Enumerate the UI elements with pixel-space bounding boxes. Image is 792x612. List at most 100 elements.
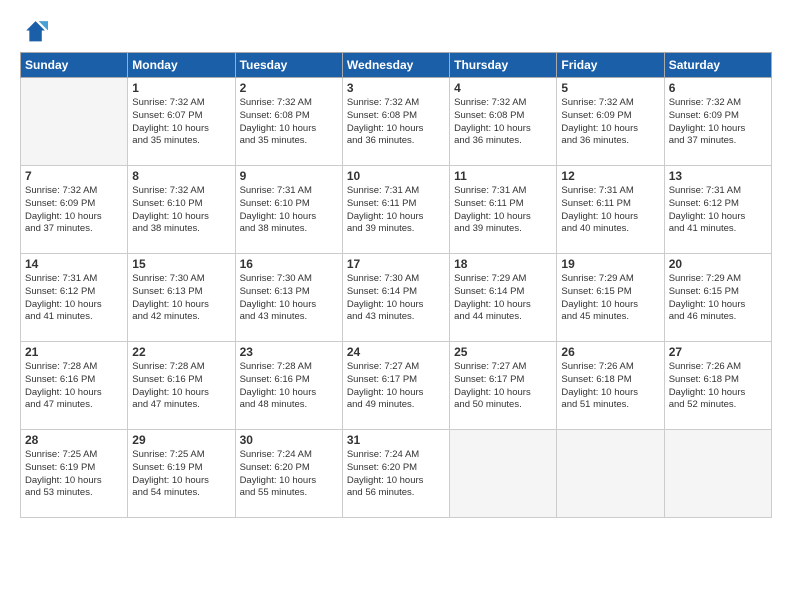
day-info: Sunrise: 7:32 AM Sunset: 6:07 PM Dayligh… bbox=[132, 97, 230, 148]
day-number: 21 bbox=[25, 345, 123, 359]
calendar-cell: 18 Sunrise: 7:29 AM Sunset: 6:14 PM Dayli… bbox=[450, 254, 557, 342]
day-number: 26 bbox=[561, 345, 659, 359]
day-info: Sunrise: 7:32 AM Sunset: 6:09 PM Dayligh… bbox=[561, 97, 659, 148]
calendar-cell: 3 Sunrise: 7:32 AM Sunset: 6:08 PM Daylig… bbox=[342, 78, 449, 166]
calendar-cell: 27Sunrise: 7:26 AM Sunset: 6:18 PM Dayli… bbox=[664, 342, 771, 430]
day-info: Sunrise: 7:32 AM Sunset: 6:08 PM Dayligh… bbox=[454, 97, 552, 148]
day-number: 1 bbox=[132, 81, 230, 95]
day-number: 3 bbox=[347, 81, 445, 95]
day-info: Sunrise: 7:28 AM Sunset: 6:16 PM Dayligh… bbox=[132, 361, 230, 412]
day-info: Sunrise: 7:29 AM Sunset: 6:15 PM Dayligh… bbox=[669, 273, 767, 324]
day-info: Sunrise: 7:30 AM Sunset: 6:13 PM Dayligh… bbox=[132, 273, 230, 324]
calendar-cell: 28 Sunrise: 7:25 AM Sunset: 6:19 PM Dayli… bbox=[21, 430, 128, 518]
day-info: Sunrise: 7:31 AM Sunset: 6:10 PM Dayligh… bbox=[240, 185, 338, 236]
day-number: 7 bbox=[25, 169, 123, 183]
week-row-3: 21 Sunrise: 7:28 AM Sunset: 6:16 PM Dayli… bbox=[21, 342, 772, 430]
day-number: 6 bbox=[669, 81, 767, 95]
weekday-header-tuesday: Tuesday bbox=[235, 53, 342, 78]
weekday-header-saturday: Saturday bbox=[664, 53, 771, 78]
day-info: Sunrise: 7:32 AM Sunset: 6:08 PM Dayligh… bbox=[240, 97, 338, 148]
day-number: 17 bbox=[347, 257, 445, 271]
day-info: Sunrise: 7:31 AM Sunset: 6:11 PM Dayligh… bbox=[347, 185, 445, 236]
calendar-cell: 13 Sunrise: 7:31 AM Sunset: 6:12 PM Dayli… bbox=[664, 166, 771, 254]
logo bbox=[20, 18, 52, 46]
week-row-2: 14 Sunrise: 7:31 AM Sunset: 6:12 PM Dayli… bbox=[21, 254, 772, 342]
day-number: 13 bbox=[669, 169, 767, 183]
header bbox=[20, 18, 772, 46]
day-number: 20 bbox=[669, 257, 767, 271]
weekday-header-friday: Friday bbox=[557, 53, 664, 78]
calendar-cell: 26 Sunrise: 7:26 AM Sunset: 6:18 PM Dayli… bbox=[557, 342, 664, 430]
day-info: Sunrise: 7:31 AM Sunset: 6:11 PM Dayligh… bbox=[561, 185, 659, 236]
calendar-cell bbox=[450, 430, 557, 518]
day-number: 5 bbox=[561, 81, 659, 95]
day-number: 11 bbox=[454, 169, 552, 183]
day-info: Sunrise: 7:25 AM Sunset: 6:19 PM Dayligh… bbox=[25, 449, 123, 500]
day-info: Sunrise: 7:32 AM Sunset: 6:09 PM Dayligh… bbox=[25, 185, 123, 236]
day-number: 29 bbox=[132, 433, 230, 447]
calendar-cell: 9 Sunrise: 7:31 AM Sunset: 6:10 PM Daylig… bbox=[235, 166, 342, 254]
day-info: Sunrise: 7:24 AM Sunset: 6:20 PM Dayligh… bbox=[347, 449, 445, 500]
day-info: Sunrise: 7:27 AM Sunset: 6:17 PM Dayligh… bbox=[454, 361, 552, 412]
day-info: Sunrise: 7:31 AM Sunset: 6:12 PM Dayligh… bbox=[669, 185, 767, 236]
weekday-header-wednesday: Wednesday bbox=[342, 53, 449, 78]
calendar-cell: 24 Sunrise: 7:27 AM Sunset: 6:17 PM Dayli… bbox=[342, 342, 449, 430]
calendar-cell: 15 Sunrise: 7:30 AM Sunset: 6:13 PM Dayli… bbox=[128, 254, 235, 342]
day-number: 9 bbox=[240, 169, 338, 183]
week-row-4: 28 Sunrise: 7:25 AM Sunset: 6:19 PM Dayli… bbox=[21, 430, 772, 518]
weekday-header-monday: Monday bbox=[128, 53, 235, 78]
calendar-cell: 19Sunrise: 7:29 AM Sunset: 6:15 PM Dayli… bbox=[557, 254, 664, 342]
calendar-cell: 21 Sunrise: 7:28 AM Sunset: 6:16 PM Dayli… bbox=[21, 342, 128, 430]
calendar-cell: 12Sunrise: 7:31 AM Sunset: 6:11 PM Dayli… bbox=[557, 166, 664, 254]
day-number: 10 bbox=[347, 169, 445, 183]
calendar-cell: 10 Sunrise: 7:31 AM Sunset: 6:11 PM Dayli… bbox=[342, 166, 449, 254]
calendar-table: SundayMondayTuesdayWednesdayThursdayFrid… bbox=[20, 52, 772, 518]
day-info: Sunrise: 7:24 AM Sunset: 6:20 PM Dayligh… bbox=[240, 449, 338, 500]
day-number: 15 bbox=[132, 257, 230, 271]
weekday-header-thursday: Thursday bbox=[450, 53, 557, 78]
calendar-cell: 20 Sunrise: 7:29 AM Sunset: 6:15 PM Dayli… bbox=[664, 254, 771, 342]
day-number: 2 bbox=[240, 81, 338, 95]
calendar-cell: 25 Sunrise: 7:27 AM Sunset: 6:17 PM Dayli… bbox=[450, 342, 557, 430]
calendar-cell bbox=[664, 430, 771, 518]
day-number: 22 bbox=[132, 345, 230, 359]
day-info: Sunrise: 7:30 AM Sunset: 6:14 PM Dayligh… bbox=[347, 273, 445, 324]
calendar-cell: 5 Sunrise: 7:32 AM Sunset: 6:09 PM Daylig… bbox=[557, 78, 664, 166]
calendar-cell: 23Sunrise: 7:28 AM Sunset: 6:16 PM Dayli… bbox=[235, 342, 342, 430]
calendar-cell: 7 Sunrise: 7:32 AM Sunset: 6:09 PM Daylig… bbox=[21, 166, 128, 254]
day-info: Sunrise: 7:30 AM Sunset: 6:13 PM Dayligh… bbox=[240, 273, 338, 324]
day-info: Sunrise: 7:32 AM Sunset: 6:08 PM Dayligh… bbox=[347, 97, 445, 148]
day-info: Sunrise: 7:26 AM Sunset: 6:18 PM Dayligh… bbox=[561, 361, 659, 412]
day-info: Sunrise: 7:29 AM Sunset: 6:14 PM Dayligh… bbox=[454, 273, 552, 324]
day-info: Sunrise: 7:28 AM Sunset: 6:16 PM Dayligh… bbox=[25, 361, 123, 412]
week-row-1: 7 Sunrise: 7:32 AM Sunset: 6:09 PM Daylig… bbox=[21, 166, 772, 254]
day-number: 8 bbox=[132, 169, 230, 183]
calendar-cell: 22 Sunrise: 7:28 AM Sunset: 6:16 PM Dayli… bbox=[128, 342, 235, 430]
calendar-cell: 4 Sunrise: 7:32 AM Sunset: 6:08 PM Daylig… bbox=[450, 78, 557, 166]
day-number: 18 bbox=[454, 257, 552, 271]
day-number: 14 bbox=[25, 257, 123, 271]
header-row: SundayMondayTuesdayWednesdayThursdayFrid… bbox=[21, 53, 772, 78]
day-number: 24 bbox=[347, 345, 445, 359]
day-number: 31 bbox=[347, 433, 445, 447]
day-number: 28 bbox=[25, 433, 123, 447]
day-info: Sunrise: 7:26 AM Sunset: 6:18 PM Dayligh… bbox=[669, 361, 767, 412]
day-number: 16 bbox=[240, 257, 338, 271]
day-info: Sunrise: 7:27 AM Sunset: 6:17 PM Dayligh… bbox=[347, 361, 445, 412]
calendar-cell bbox=[21, 78, 128, 166]
logo-icon bbox=[20, 18, 48, 46]
calendar-cell: 30Sunrise: 7:24 AM Sunset: 6:20 PM Dayli… bbox=[235, 430, 342, 518]
day-number: 4 bbox=[454, 81, 552, 95]
day-info: Sunrise: 7:32 AM Sunset: 6:10 PM Dayligh… bbox=[132, 185, 230, 236]
weekday-header-sunday: Sunday bbox=[21, 53, 128, 78]
calendar-cell: 8 Sunrise: 7:32 AM Sunset: 6:10 PM Daylig… bbox=[128, 166, 235, 254]
day-info: Sunrise: 7:25 AM Sunset: 6:19 PM Dayligh… bbox=[132, 449, 230, 500]
calendar-cell: 29 Sunrise: 7:25 AM Sunset: 6:19 PM Dayli… bbox=[128, 430, 235, 518]
day-info: Sunrise: 7:31 AM Sunset: 6:12 PM Dayligh… bbox=[25, 273, 123, 324]
day-info: Sunrise: 7:28 AM Sunset: 6:16 PM Dayligh… bbox=[240, 361, 338, 412]
calendar-cell: 16 Sunrise: 7:30 AM Sunset: 6:13 PM Dayli… bbox=[235, 254, 342, 342]
calendar-cell: 11Sunrise: 7:31 AM Sunset: 6:11 PM Dayli… bbox=[450, 166, 557, 254]
day-number: 25 bbox=[454, 345, 552, 359]
calendar-cell bbox=[557, 430, 664, 518]
page: SundayMondayTuesdayWednesdayThursdayFrid… bbox=[0, 0, 792, 612]
